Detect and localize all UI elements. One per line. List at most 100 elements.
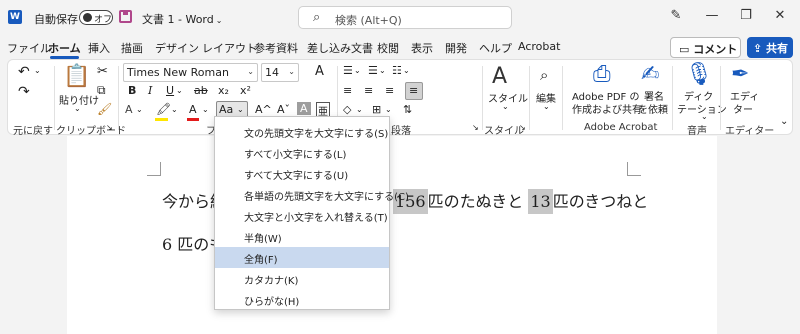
tab-mailings[interactable]: 差し込み文書 — [307, 40, 373, 56]
adobe-pdf-label-2[interactable]: 作成および共有 — [572, 101, 642, 116]
numbering-icon[interactable]: ☰ — [368, 64, 378, 77]
style-launcher-icon[interactable]: ↘ — [519, 123, 526, 132]
character-shading-button[interactable]: A — [297, 102, 311, 115]
borders-icon[interactable]: ⊞ — [372, 103, 381, 116]
highlight-dropdown-icon[interactable]: ⌄ — [171, 105, 178, 114]
bullets-icon[interactable]: ☰ — [343, 64, 353, 77]
document-page[interactable]: 今から紹 156 匹のたぬきと 13 匹のきつねと 6 匹のも — [67, 136, 717, 334]
copy-icon[interactable]: ⧉ — [97, 83, 106, 98]
font-name-combo[interactable]: Times New Roman ⌄ — [123, 63, 258, 82]
separator — [529, 66, 530, 130]
menu-item-uppercase[interactable]: すべて大文字にする(U) — [215, 163, 389, 184]
subscript-button[interactable]: x₂ — [218, 84, 229, 97]
superscript-button[interactable]: x² — [240, 84, 251, 97]
clipboard-group-label: クリップボード — [56, 126, 126, 137]
tab-draw[interactable]: 描画 — [121, 40, 143, 56]
borders-dropdown-icon[interactable]: ⌄ — [385, 105, 392, 114]
font-size-combo[interactable]: 14 ⌄ — [261, 63, 299, 82]
tab-layout[interactable]: レイアウト — [202, 40, 257, 56]
tab-insert[interactable]: 挿入 — [88, 40, 110, 56]
underline-button[interactable]: U — [166, 84, 174, 97]
share-button[interactable]: ⇪ 共有 — [747, 37, 793, 58]
bullets-dropdown-icon[interactable]: ⌄ — [354, 66, 361, 75]
autosave-toggle[interactable]: オフ — [79, 10, 113, 25]
menu-item-hiragana[interactable]: ひらがな(H) — [215, 289, 389, 310]
bold-button[interactable]: B — [128, 84, 136, 97]
undo-group-label: 元に戻す — [13, 126, 53, 137]
change-case-label: Aa — [219, 103, 234, 116]
sort-icon[interactable]: ⇅ — [403, 103, 412, 116]
chevron-down-icon: ⌄ — [288, 67, 295, 76]
menu-item-full-width[interactable]: 全角(F) — [215, 247, 389, 268]
find-icon[interactable]: ⌕ — [540, 66, 548, 84]
save-icon[interactable] — [119, 10, 132, 23]
cut-icon[interactable]: ✂ — [97, 64, 108, 79]
grow-font-button[interactable]: A^ — [255, 103, 272, 116]
tab-acrobat[interactable]: Acrobat — [518, 40, 560, 53]
tab-developer[interactable]: 開発 — [445, 40, 467, 56]
menu-item-capitalize-words[interactable]: 各単語の先頭文字を大文字にする(C) — [215, 184, 409, 205]
create-pdf-icon[interactable]: ⎙ — [593, 62, 611, 87]
microphone-icon[interactable]: 🎙 — [685, 62, 713, 87]
tab-review[interactable]: 校閲 — [377, 40, 399, 56]
comment-button[interactable]: ▭ コメント — [670, 37, 741, 58]
minimize-button[interactable]: — — [702, 8, 722, 23]
menu-item-toggle-case[interactable]: 大文字と小文字を入れ替える(T) — [215, 205, 389, 226]
document-title[interactable]: 文書 1 - Word ⌄ — [142, 11, 222, 27]
tab-file[interactable]: ファイル — [7, 40, 51, 56]
editor-icon[interactable]: ✒ — [731, 62, 749, 87]
tab-help[interactable]: ヘルプ — [479, 40, 512, 56]
collapse-ribbon-icon[interactable]: ⌄ — [780, 116, 788, 127]
menu-item-sentence-case[interactable]: 文の先頭文字を大文字にする(S) — [215, 121, 389, 142]
undo-icon[interactable]: ↶ — [18, 64, 30, 80]
editor-label-2[interactable]: ター — [733, 101, 753, 116]
paste-icon[interactable]: 📋 — [63, 64, 90, 89]
close-button[interactable]: ✕ — [770, 8, 790, 23]
font-color-bar — [187, 118, 199, 121]
menu-item-katakana[interactable]: カタカナ(K) — [215, 268, 389, 289]
separator — [672, 66, 673, 130]
shading-icon[interactable]: ◇ — [343, 103, 351, 116]
highlight-icon[interactable]: 🖍 — [156, 102, 171, 116]
style-dropdown-icon[interactable]: ⌄ — [502, 102, 509, 111]
dictate-dropdown-icon[interactable]: ⌄ — [701, 112, 708, 121]
text-effects-dropdown-icon[interactable]: ⌄ — [136, 105, 143, 114]
tab-home[interactable]: ホーム — [48, 40, 81, 59]
highlight-color-bar — [155, 118, 168, 121]
tab-view[interactable]: 表示 — [411, 40, 433, 56]
paragraph-launcher-icon[interactable]: ↘ — [472, 123, 479, 132]
sign-label-2[interactable]: を依頼 — [638, 101, 668, 116]
shading-dropdown-icon[interactable]: ⌄ — [356, 105, 363, 114]
clear-formatting-icon[interactable]: A — [315, 64, 324, 79]
paste-dropdown-icon[interactable]: ⌄ — [74, 104, 81, 113]
menu-item-half-width[interactable]: 半角(W) — [215, 226, 389, 247]
share-label: 共有 — [766, 42, 789, 55]
font-color-icon[interactable]: A — [189, 103, 197, 116]
italic-button[interactable]: I — [148, 84, 152, 97]
request-signature-icon[interactable]: ✍ — [641, 62, 659, 87]
text-effects-icon[interactable]: A — [125, 103, 133, 116]
redo-icon[interactable]: ↷ — [18, 84, 30, 100]
style-icon[interactable]: A — [492, 64, 507, 89]
edit-dropdown-icon[interactable]: ⌄ — [543, 102, 550, 111]
align-left-icon[interactable]: ≡ — [343, 84, 352, 97]
pen-icon[interactable]: ✎ — [666, 8, 686, 23]
numbering-dropdown-icon[interactable]: ⌄ — [379, 66, 386, 75]
format-painter-icon[interactable]: 🖌 — [97, 102, 112, 116]
search-box[interactable]: ⌕ 検索 (Alt+Q) — [298, 6, 512, 29]
align-center-icon[interactable]: ≡ — [364, 84, 373, 97]
align-right-icon[interactable]: ≡ — [385, 84, 394, 97]
multilevel-dropdown-icon[interactable]: ⌄ — [403, 66, 410, 75]
shrink-font-button[interactable]: Aˇ — [277, 103, 290, 116]
clipboard-launcher-icon[interactable]: ↘ — [106, 123, 113, 132]
undo-dropdown-icon[interactable]: ⌄ — [34, 66, 41, 75]
multilevel-list-icon[interactable]: ☷ — [392, 64, 402, 77]
toggle-knob — [83, 13, 92, 22]
underline-dropdown-icon[interactable]: ⌄ — [176, 86, 183, 95]
font-color-dropdown-icon[interactable]: ⌄ — [202, 105, 209, 114]
strikethrough-button[interactable]: ab — [194, 84, 208, 97]
restore-button[interactable]: ❐ — [736, 8, 756, 23]
menu-item-lowercase[interactable]: すべて小文字にする(L) — [215, 142, 389, 163]
tab-references[interactable]: 参考資料 — [254, 40, 298, 56]
tab-design[interactable]: デザイン — [155, 40, 199, 56]
